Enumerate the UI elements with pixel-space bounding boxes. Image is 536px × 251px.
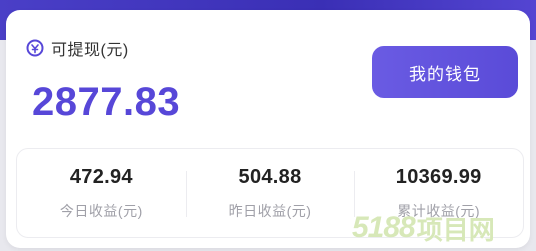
stat-label: 今日收益(元) [59,202,143,219]
withdrawable-amount: 2877.83 [32,80,181,124]
withdrawable-label: 可提现(元) [51,42,129,59]
watermark-digits: 5188 [352,211,416,244]
stat-value: 472.94 [69,165,133,188]
stat-value: 10369.99 [395,165,482,188]
my-wallet-button[interactable]: 我的钱包 [372,46,518,98]
stat-value: 504.88 [238,165,302,188]
stat-today: 472.94 今日收益(元) [17,149,186,237]
watermark: 5188 项目网 [352,211,495,245]
watermark-text: 项目网 [416,214,495,245]
stat-yesterday: 504.88 昨日收益(元) [185,149,355,237]
stat-label: 昨日收益(元) [228,202,312,219]
coin-icon [26,39,44,57]
balance-header: 可提现(元) [26,38,129,59]
